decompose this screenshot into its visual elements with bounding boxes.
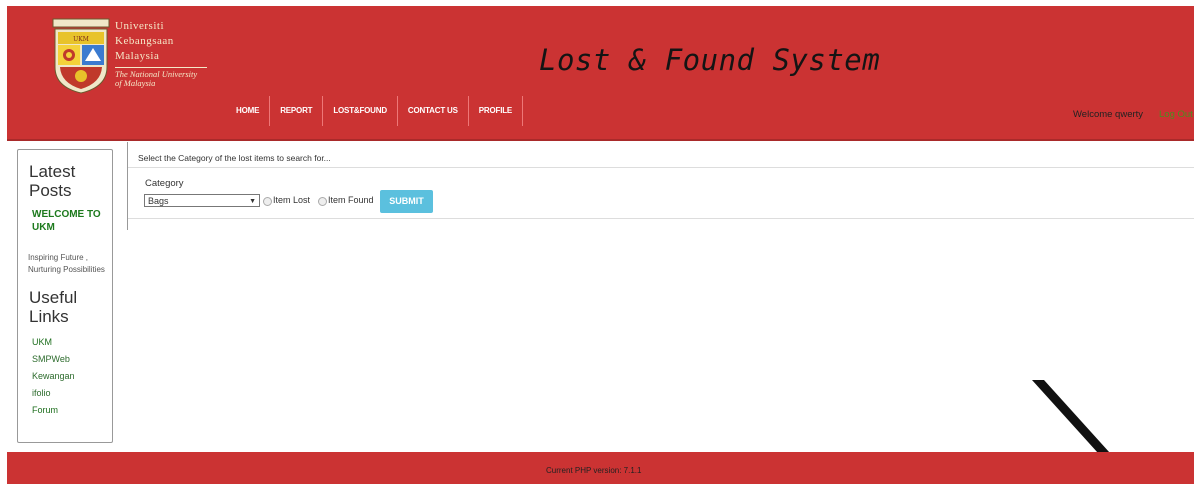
nav-profile[interactable]: PROFILE — [469, 96, 524, 126]
site-footer: Current PHP version: 7.1.1 — [7, 452, 1194, 484]
sidebar: Latest Posts WELCOME TO UKM Inspiring Fu… — [17, 149, 113, 443]
site-header: UKM Universiti Kebangsaan Malaysia The N… — [7, 6, 1194, 141]
search-panel: Category Bags ▼ Item Lost Item Found SUB… — [128, 167, 1194, 219]
svg-text:UKM: UKM — [73, 36, 89, 43]
useful-links-list: UKM SMPWeb Kewangan ifolio Forum — [32, 334, 112, 419]
sidebar-tagline: Inspiring Future , Nurturing Possibiliti… — [28, 253, 105, 274]
ukm-crest-icon: UKM — [52, 18, 110, 94]
welcome-post-link[interactable]: WELCOME TO UKM — [32, 208, 112, 234]
latest-posts-heading: Latest Posts — [29, 162, 76, 200]
category-select[interactable]: Bags ▼ — [144, 194, 260, 207]
page-title: Lost & Found System — [539, 43, 881, 77]
php-version-text: Current PHP version: 7.1.1 — [546, 466, 642, 475]
link-ifolio[interactable]: ifolio — [32, 385, 112, 402]
university-line-1: Universiti — [115, 20, 164, 32]
item-found-label: Item Found — [328, 195, 374, 205]
nav-home[interactable]: HOME — [226, 96, 271, 126]
nav-lost-found[interactable]: LOST&FOUND — [323, 96, 398, 126]
university-line-3: Malaysia — [115, 50, 160, 62]
university-tagline-2: of Malaysia — [115, 78, 156, 88]
university-line-2: Kebangsaan — [115, 35, 174, 47]
main-nav: HOME REPORT LOST&FOUND CONTACT US PROFIL… — [226, 96, 524, 126]
item-lost-label: Item Lost — [273, 195, 311, 205]
link-kewangan[interactable]: Kewangan — [32, 368, 112, 385]
logo-divider — [115, 67, 207, 68]
logout-link[interactable]: Log Out — [1159, 109, 1193, 120]
item-found-radio[interactable] — [318, 197, 327, 206]
item-lost-radio[interactable] — [263, 197, 272, 206]
dropdown-arrow-icon: ▼ — [249, 198, 256, 205]
category-selected-value: Bags — [148, 196, 169, 206]
nav-contact-us[interactable]: CONTACT US — [398, 96, 469, 126]
search-instructions: Select the Category of the lost items to… — [138, 153, 331, 163]
category-label: Category — [145, 178, 184, 189]
useful-links-heading: Useful Links — [29, 288, 78, 326]
link-forum[interactable]: Forum — [32, 402, 112, 419]
link-smpweb[interactable]: SMPWeb — [32, 351, 112, 368]
welcome-text: Welcome qwerty — [1073, 109, 1144, 120]
submit-button[interactable]: SUBMIT — [380, 190, 433, 213]
ukm-logo[interactable]: UKM Universiti Kebangsaan Malaysia The N… — [51, 17, 221, 97]
link-ukm[interactable]: UKM — [32, 334, 112, 351]
nav-report[interactable]: REPORT — [270, 96, 324, 126]
university-name: Universiti Kebangsaan Malaysia The Natio… — [115, 19, 207, 88]
